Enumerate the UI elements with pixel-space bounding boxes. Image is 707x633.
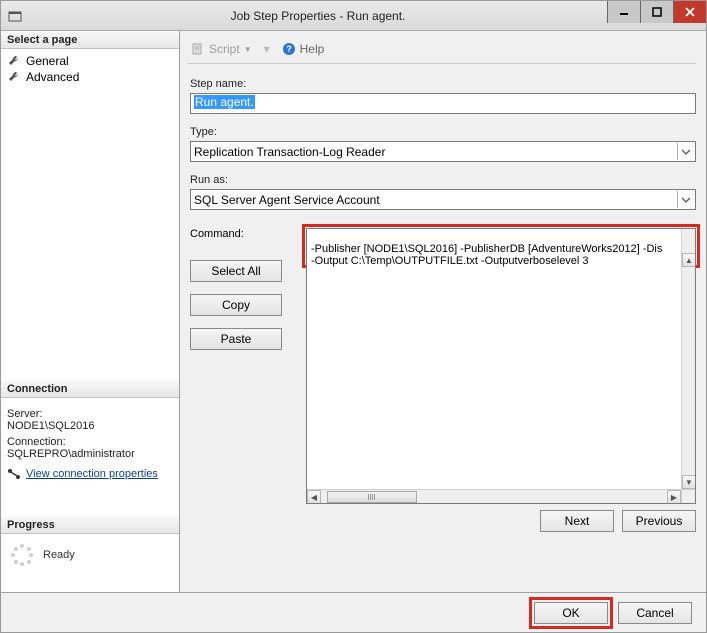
scrollbar-corner xyxy=(681,489,695,503)
run-as-label: Run as: xyxy=(190,174,696,186)
horizontal-scrollbar[interactable]: ◀ ▶ xyxy=(307,489,681,503)
help-label: Help xyxy=(300,42,325,56)
run-as-block: Run as: SQL Server Agent Service Account xyxy=(190,174,696,210)
connection-label: Connection: xyxy=(7,436,173,448)
dialog-footer: OK Cancel xyxy=(1,592,706,632)
chevron-down-icon xyxy=(677,191,693,208)
command-line: -Publisher [NODE1\SQL2016] -PublisherDB … xyxy=(311,243,662,255)
ok-button[interactable]: OK xyxy=(534,602,608,624)
help-button[interactable]: ? Help xyxy=(278,41,329,57)
type-label: Type: xyxy=(190,126,696,138)
page-nav: General Advanced xyxy=(1,49,179,93)
progress-section: Ready xyxy=(1,534,179,572)
command-line: -Output C:\Temp\OUTPUTFILE.txt -Outputve… xyxy=(311,255,589,267)
maximize-button[interactable] xyxy=(640,1,673,23)
window-title: Job Step Properties - Run agent. xyxy=(29,1,607,30)
scroll-right-icon[interactable]: ▶ xyxy=(667,490,681,504)
scroll-left-icon[interactable]: ◀ xyxy=(307,490,321,504)
view-connection-label: View connection properties xyxy=(26,468,158,480)
next-button[interactable]: Next xyxy=(540,510,614,532)
step-name-value: Run agent. xyxy=(194,95,255,109)
wrench-icon xyxy=(7,70,21,84)
scroll-up-icon[interactable]: ▲ xyxy=(682,253,696,267)
toolbar-separator: ▾ xyxy=(262,42,272,56)
chevron-down-icon: ▼ xyxy=(244,45,252,54)
help-icon: ? xyxy=(282,42,296,56)
minimize-button[interactable] xyxy=(607,1,640,23)
run-as-value: SQL Server Agent Service Account xyxy=(194,193,380,207)
left-pane: Select a page General Advanced Connectio… xyxy=(1,31,180,592)
copy-button[interactable]: Copy xyxy=(190,294,282,316)
nav-item-label: General xyxy=(26,54,69,68)
select-all-button[interactable]: Select All xyxy=(190,260,282,282)
command-label: Command: xyxy=(190,228,296,240)
nav-buttons: Next Previous xyxy=(190,510,696,532)
wrench-icon xyxy=(7,54,21,68)
scroll-down-icon[interactable]: ▼ xyxy=(682,475,696,489)
nav-item-general[interactable]: General xyxy=(5,53,175,69)
type-select[interactable]: Replication Transaction-Log Reader xyxy=(190,141,696,162)
command-textarea[interactable]: -Publisher [NODE1\SQL2016] -PublisherDB … xyxy=(306,228,696,504)
run-as-select[interactable]: SQL Server Agent Service Account xyxy=(190,189,696,210)
close-button[interactable] xyxy=(673,1,706,23)
script-button[interactable]: Script ▼ xyxy=(187,41,256,57)
view-connection-link[interactable]: View connection properties xyxy=(7,468,173,480)
connection-header: Connection xyxy=(1,380,179,398)
svg-text:?: ? xyxy=(286,44,292,54)
chevron-down-icon xyxy=(677,143,693,160)
server-value: NODE1\SQL2016 xyxy=(7,420,173,432)
progress-status: Ready xyxy=(43,549,75,561)
titlebar: Job Step Properties - Run agent. xyxy=(1,1,706,31)
window-sys-icon xyxy=(1,1,29,30)
type-value: Replication Transaction-Log Reader xyxy=(194,145,385,159)
content-area: Select a page General Advanced Connectio… xyxy=(1,31,706,592)
nav-item-advanced[interactable]: Advanced xyxy=(5,69,175,85)
progress-spinner-icon xyxy=(11,544,33,566)
scrollbar-thumb[interactable] xyxy=(327,491,417,503)
connection-info: Server: NODE1\SQL2016 Connection: SQLREP… xyxy=(1,398,179,488)
command-block: Command: Select All Copy Paste -Publishe… xyxy=(190,228,696,504)
step-name-label: Step name: xyxy=(190,78,696,90)
step-name-input[interactable]: Run agent. xyxy=(190,93,696,114)
type-block: Type: Replication Transaction-Log Reader xyxy=(190,126,696,162)
server-label: Server: xyxy=(7,408,173,420)
connection-icon xyxy=(7,468,21,480)
window-controls xyxy=(607,1,706,30)
right-pane: Script ▼ ▾ ? Help Step name: Run agent. … xyxy=(180,31,706,592)
step-name-block: Step name: Run agent. xyxy=(190,78,696,114)
previous-button[interactable]: Previous xyxy=(622,510,696,532)
toolbar: Script ▼ ▾ ? Help xyxy=(187,39,696,64)
select-page-header: Select a page xyxy=(1,31,179,49)
script-label: Script xyxy=(209,42,240,56)
vertical-scrollbar[interactable]: ▲ ▼ xyxy=(681,229,695,489)
paste-button[interactable]: Paste xyxy=(190,328,282,350)
cancel-button[interactable]: Cancel xyxy=(618,602,692,624)
connection-value: SQLREPRO\administrator xyxy=(7,448,173,460)
nav-item-label: Advanced xyxy=(26,70,79,84)
script-icon xyxy=(191,42,205,56)
progress-header: Progress xyxy=(1,516,179,534)
